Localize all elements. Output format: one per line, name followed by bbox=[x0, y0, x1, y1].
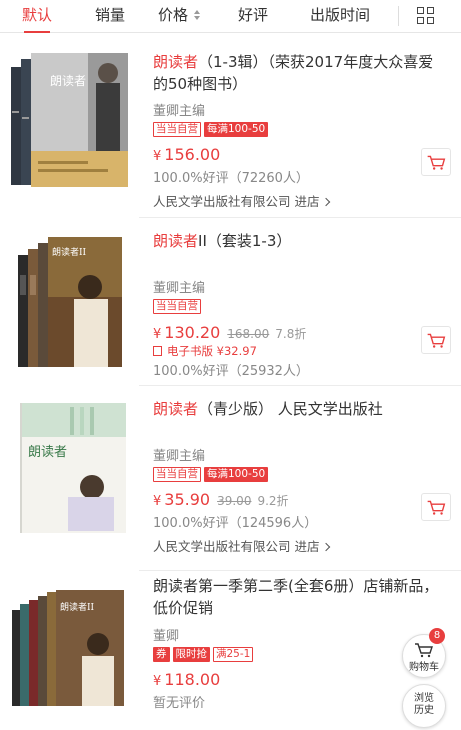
cover-title: 朗读者II bbox=[60, 601, 95, 613]
product-author: 董卿主编 bbox=[153, 281, 206, 296]
tag-promo: 每满100-50 bbox=[204, 122, 269, 137]
divider bbox=[139, 217, 461, 218]
original-price: 168.00 bbox=[227, 327, 270, 341]
grid-icon[interactable] bbox=[417, 7, 434, 24]
currency-symbol: ¥ bbox=[153, 494, 162, 509]
product-item[interactable]: 朗读者II 朗读者II（套装1-3） 董卿主编 当当自营 ¥130.20 168.… bbox=[0, 219, 461, 386]
sort-pubdate-tab[interactable]: 出版时间 bbox=[310, 0, 370, 33]
price-row: ¥35.90 39.00 9.2折 bbox=[153, 490, 440, 509]
tag-coupon: 券 bbox=[153, 647, 170, 662]
product-title[interactable]: 朗读者（1-3辑）（荣获2017年度大众喜爱的50种图书） bbox=[153, 51, 440, 95]
sort-sales-tab[interactable]: 销量 bbox=[95, 0, 125, 33]
price-row: ¥118.00 bbox=[153, 670, 440, 689]
tag-list: 券限时抢 满25-1 bbox=[153, 647, 440, 662]
product-item[interactable]: 朗读者II 朗读者第一季第二季(全套6册）店铺新品，低价促销 董卿 券限时抢 满2… bbox=[0, 572, 461, 730]
sort-price-label: 价格 bbox=[158, 6, 189, 24]
cart-icon bbox=[415, 643, 433, 658]
product-author: 董卿主编 bbox=[153, 449, 206, 464]
sort-default-tab[interactable]: 默认 bbox=[22, 0, 52, 33]
discount-label: 7.8折 bbox=[275, 327, 307, 341]
product-rating: 100.0%好评（72260人） bbox=[153, 171, 309, 186]
chevron-right-icon bbox=[322, 542, 331, 552]
history-label-line2: 历史 bbox=[414, 705, 434, 716]
product-author: 董卿 bbox=[153, 629, 180, 644]
product-price: 130.20 bbox=[164, 323, 221, 342]
add-to-cart-button[interactable] bbox=[421, 493, 451, 521]
product-rating: 100.0%好评（124596人） bbox=[153, 516, 318, 531]
chevron-right-icon bbox=[322, 197, 331, 207]
history-label-line1: 浏览 bbox=[414, 693, 434, 704]
product-item[interactable]: 朗读者 朗读者（1-3辑）（荣获2017年度大众喜爱的50种图书） 董卿主编 当… bbox=[0, 34, 461, 218]
sort-rating-tab[interactable]: 好评 bbox=[238, 0, 268, 33]
currency-symbol: ¥ bbox=[153, 327, 162, 342]
currency-symbol: ¥ bbox=[153, 674, 162, 689]
tag-dangdang-self: 当当自营 bbox=[153, 299, 201, 314]
book-cover-image[interactable]: 朗读者II bbox=[8, 235, 130, 371]
product-title[interactable]: 朗读者第一季第二季(全套6册）店铺新品，低价促销 bbox=[153, 575, 440, 619]
product-author: 董卿主编 bbox=[153, 104, 206, 119]
shop-link[interactable]: 人民文学出版社有限公司 进店 bbox=[153, 191, 440, 210]
sort-price-tab[interactable]: 价格 bbox=[158, 0, 201, 33]
cover-title: 朗读者II bbox=[52, 246, 87, 258]
product-rating: 100.0%好评（25932人） bbox=[153, 364, 309, 379]
cover-title: 朗读者 bbox=[50, 74, 86, 88]
book-cover-image[interactable]: 朗读者II bbox=[8, 590, 130, 708]
price-row: ¥156.00 bbox=[153, 145, 440, 164]
cover-title: 朗读者 bbox=[28, 445, 67, 460]
product-price: 118.00 bbox=[164, 670, 221, 689]
divider bbox=[139, 385, 461, 386]
product-title[interactable]: 朗读者（青少版） 人民文学出版社 bbox=[153, 398, 440, 420]
tag-list: 当当自营 每满100-50 bbox=[153, 467, 440, 482]
product-title[interactable]: 朗读者II（套装1-3） bbox=[153, 230, 440, 252]
add-to-cart-button[interactable] bbox=[421, 148, 451, 176]
divider bbox=[139, 570, 461, 571]
tag-dangdang-self: 当当自营 bbox=[153, 122, 201, 137]
tag-list: 当当自营 每满100-50 bbox=[153, 122, 440, 137]
book-icon bbox=[153, 346, 162, 356]
product-price: 35.90 bbox=[164, 490, 211, 509]
currency-symbol: ¥ bbox=[153, 149, 162, 164]
discount-label: 9.2折 bbox=[257, 494, 289, 508]
tag-dangdang-self: 当当自营 bbox=[153, 467, 201, 482]
tag-flash-sale: 限时抢 bbox=[172, 647, 210, 662]
cart-label: 购物车 bbox=[409, 662, 439, 673]
product-rating: 暂无评价 bbox=[153, 696, 206, 711]
ebook-link[interactable]: 电子书版 ¥32.97 bbox=[153, 343, 440, 359]
book-cover-image[interactable]: 朗读者 bbox=[8, 51, 130, 191]
price-row: ¥130.20 168.00 7.8折 bbox=[153, 323, 440, 342]
tag-list: 当当自营 bbox=[153, 299, 440, 314]
product-price: 156.00 bbox=[164, 145, 221, 164]
divider bbox=[398, 6, 399, 26]
browse-history-button[interactable]: 浏览 历史 bbox=[402, 684, 446, 728]
tag-promo: 满25-1 bbox=[213, 647, 254, 662]
tag-promo: 每满100-50 bbox=[204, 467, 269, 482]
sort-arrows-icon bbox=[194, 9, 201, 20]
shop-link[interactable]: 人民文学出版社有限公司 进店 bbox=[153, 536, 440, 555]
book-cover-image[interactable]: 朗读者 bbox=[8, 401, 130, 537]
original-price: 39.00 bbox=[217, 494, 252, 508]
floating-cart-button[interactable]: 购物车 8 bbox=[402, 628, 446, 678]
cart-count-badge: 8 bbox=[429, 628, 445, 644]
add-to-cart-button[interactable] bbox=[421, 326, 451, 354]
sort-bar: 默认 销量 价格 好评 出版时间 bbox=[0, 0, 461, 33]
product-item[interactable]: 朗读者 朗读者（青少版） 人民文学出版社 董卿主编 当当自营 每满100-50 ¥… bbox=[0, 387, 461, 571]
